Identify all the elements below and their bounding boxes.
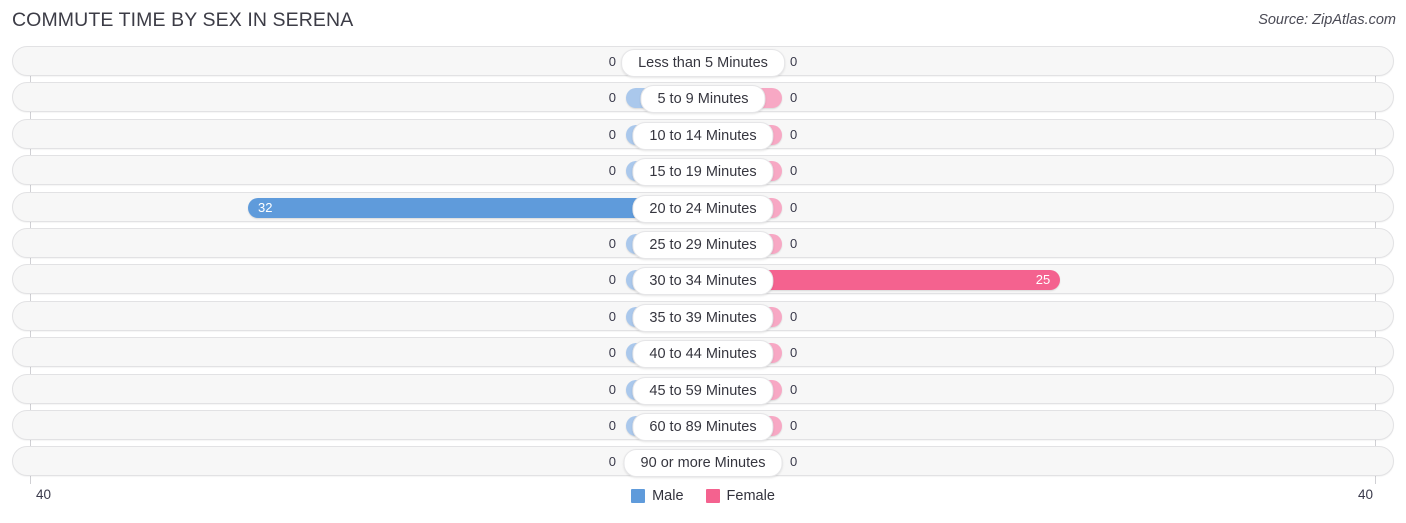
bar-row-track: 0 0 25 to 29 Minutes: [12, 227, 1394, 259]
bar-value-male: 0: [608, 90, 616, 106]
bar-row-track: 0 0 45 to 59 Minutes: [12, 373, 1394, 405]
plot-area: 0 0 Less than 5 Minutes 0 0 5 to 9 Minutes 0 0 1…: [0, 46, 1406, 484]
bar-row-track: 0 0 10 to 14 Minutes: [12, 118, 1394, 150]
bar-row: 0 0 40 to 44 Minutes: [0, 337, 1406, 369]
category-label: 25 to 29 Minutes: [632, 230, 774, 259]
category-label: 60 to 89 Minutes: [632, 412, 774, 441]
category-label: 40 to 44 Minutes: [632, 340, 774, 369]
bar-value-female: 0: [790, 454, 798, 470]
bar-value-female: 0: [790, 163, 798, 179]
bar-row-track: 0 0 35 to 39 Minutes: [12, 300, 1394, 332]
bar-value-female: 0: [790, 381, 798, 397]
bar-value-male: 0: [608, 235, 616, 251]
bar-row-track: 0 0 90 or more Minutes: [12, 446, 1394, 478]
legend-item-male[interactable]: Male: [631, 488, 684, 504]
bar-row-track: 0 0 15 to 19 Minutes: [12, 155, 1394, 187]
bar-row: 0 0 45 to 59 Minutes: [0, 373, 1406, 405]
bar-value-male: 0: [608, 417, 616, 433]
bar-row: 0 0 90 or more Minutes: [0, 446, 1406, 478]
category-label: 35 to 39 Minutes: [632, 303, 774, 332]
source-attribution: Source: ZipAtlas.com: [1258, 12, 1396, 28]
bar-value-male: 0: [608, 345, 616, 361]
bar-value-male: 0: [608, 308, 616, 324]
bar-value-female: 0: [790, 235, 798, 251]
bar-value-male: 0: [608, 454, 616, 470]
legend-swatch-female-icon: [705, 489, 720, 503]
bar-value-male: 0: [608, 272, 616, 288]
chart-footer: 40 40 Male Female: [0, 484, 1406, 523]
bar-row-track: 0 32 20 to 24 Minutes: [12, 191, 1394, 223]
bar-value-female: 0: [790, 417, 798, 433]
legend: Male Female: [0, 488, 1406, 504]
bar-row-track: 0 0 60 to 89 Minutes: [12, 409, 1394, 441]
bar-row: 0 32 20 to 24 Minutes: [0, 191, 1406, 223]
bar-row: 0 0 15 to 19 Minutes: [0, 155, 1406, 187]
page-title: COMMUTE TIME BY SEX IN SERENA: [12, 9, 354, 31]
bar-row-track: 0 0 40 to 44 Minutes: [12, 337, 1394, 369]
bar-value-female: 0: [790, 126, 798, 142]
bar-value-male: 32: [258, 199, 273, 215]
bar-row-track: 0 25 30 to 34 Minutes: [12, 264, 1394, 296]
bar-rows: 0 0 Less than 5 Minutes 0 0 5 to 9 Minutes 0 0 1…: [0, 46, 1406, 483]
category-label: 20 to 24 Minutes: [632, 194, 774, 223]
bar-value-female: 25: [1035, 272, 1051, 288]
legend-swatch-male-icon: [631, 489, 646, 503]
category-label: 10 to 14 Minutes: [632, 121, 774, 150]
bar-value-female: 0: [790, 345, 798, 361]
category-label: 5 to 9 Minutes: [640, 85, 766, 114]
bar-row: 0 0 Less than 5 Minutes: [0, 46, 1406, 77]
category-label: 90 or more Minutes: [623, 449, 783, 478]
category-label: 45 to 59 Minutes: [632, 376, 774, 405]
bar-row-track: 0 0 Less than 5 Minutes: [12, 46, 1394, 77]
bar-row: 0 0 5 to 9 Minutes: [0, 82, 1406, 114]
legend-label-male: Male: [652, 488, 684, 504]
bar-row-track: 0 0 5 to 9 Minutes: [12, 82, 1394, 114]
bar-row: 0 0 25 to 29 Minutes: [0, 227, 1406, 259]
bar-value-male: 0: [608, 163, 616, 179]
bar-row: 0 0 10 to 14 Minutes: [0, 118, 1406, 150]
legend-label-female: Female: [726, 488, 775, 504]
bar-value-male: 0: [608, 381, 616, 397]
bar-value-female: 0: [790, 90, 798, 106]
bar-value-male: 0: [608, 126, 616, 142]
chart-header: COMMUTE TIME BY SEX IN SERENA Source: Zi…: [0, 0, 1406, 42]
legend-item-female[interactable]: Female: [705, 488, 775, 504]
bar-value-female: 0: [790, 54, 798, 69]
bar-value-female: 0: [790, 308, 798, 324]
category-label: Less than 5 Minutes: [621, 49, 785, 77]
bar-row: 0 0 60 to 89 Minutes: [0, 409, 1406, 441]
bar-value-male: 0: [608, 54, 616, 69]
category-label: 15 to 19 Minutes: [632, 158, 774, 187]
bar-row: 0 25 30 to 34 Minutes: [0, 264, 1406, 296]
chart-page: COMMUTE TIME BY SEX IN SERENA Source: Zi…: [0, 0, 1406, 523]
bar-value-female: 0: [790, 199, 798, 215]
category-label: 30 to 34 Minutes: [632, 267, 774, 296]
bar-row: 0 0 35 to 39 Minutes: [0, 300, 1406, 332]
